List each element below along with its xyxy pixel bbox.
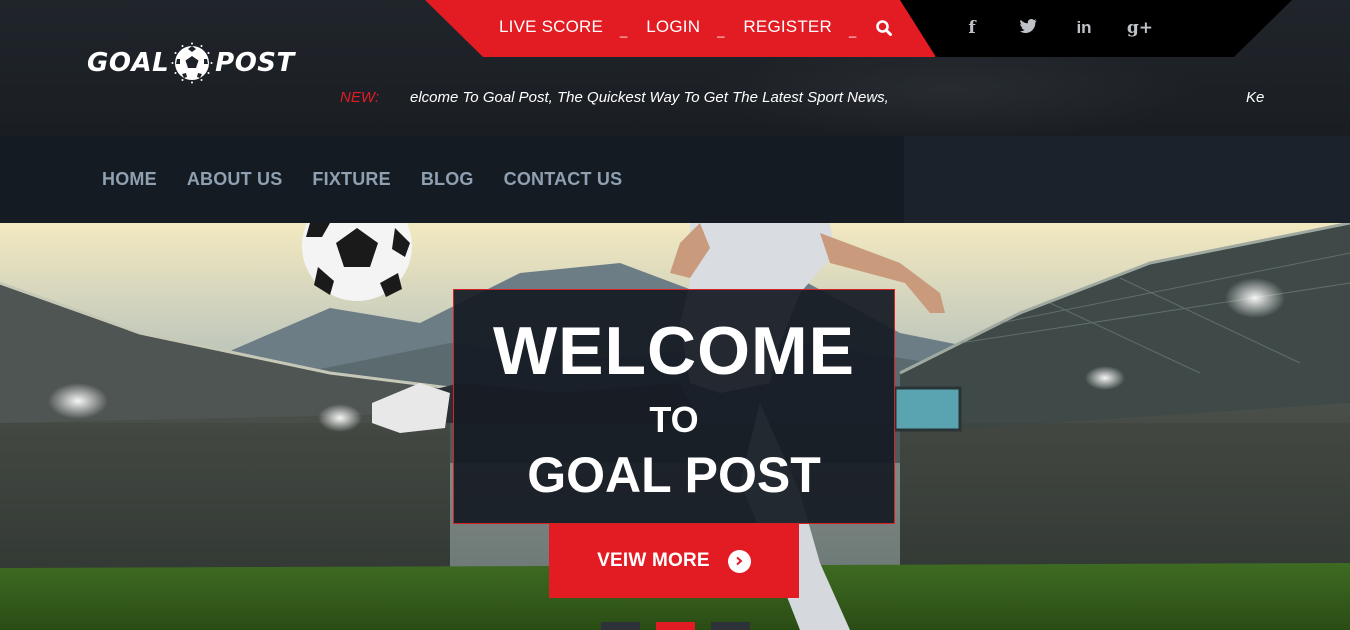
site-header: GOAL POST LIVE SCORE _ LOGIN _ REGISTER … [0, 0, 1350, 136]
logo-text-post: POST [215, 48, 295, 78]
nav-item-contact-us[interactable]: CONTACT US [504, 169, 623, 190]
news-ticker: NEW: elcome To Goal Post, The Quickest W… [340, 86, 1270, 110]
top-link-separator: _ [717, 23, 725, 38]
twitter-bird-icon [1019, 18, 1036, 33]
view-more-button[interactable]: VEIW MORE [549, 524, 799, 598]
welcome-panel: WELCOME TO GOAL POST [453, 289, 895, 524]
view-more-label: VEIW MORE [597, 550, 710, 571]
linkedin-icon[interactable]: in [1067, 18, 1101, 38]
nav-item-blog[interactable]: BLOG [421, 169, 474, 190]
search-icon[interactable] [875, 19, 893, 37]
login-link[interactable]: LOGIN [646, 17, 700, 37]
live-score-link[interactable]: LIVE SCORE [499, 17, 603, 37]
slider-dot-1[interactable] [601, 622, 640, 630]
register-link[interactable]: REGISTER [743, 17, 832, 37]
top-link-separator: _ [848, 23, 857, 38]
slider-dot-3[interactable] [711, 622, 750, 630]
hero-title-line-3: GOAL POST [527, 447, 821, 503]
facebook-icon[interactable]: f [955, 18, 989, 38]
top-link-separator: _ [620, 23, 628, 38]
chevron-right-icon [736, 556, 743, 566]
main-nav: HOME ABOUT US FIXTURE BLOG CONTACT US [0, 136, 904, 223]
nav-item-about-us[interactable]: ABOUT US [187, 169, 283, 190]
social-links: f in g+ [955, 0, 1179, 57]
ticker-label: NEW: [340, 89, 380, 106]
top-links: LIVE SCORE _ LOGIN _ REGISTER _ [499, 0, 893, 57]
twitter-icon[interactable] [1011, 18, 1045, 38]
arrow-right-icon [727, 549, 751, 573]
slider-pagination [601, 622, 766, 630]
soccer-ball-icon [171, 42, 213, 84]
nav-right-panel [904, 136, 1350, 223]
googleplus-icon[interactable]: g+ [1123, 18, 1157, 38]
nav-item-fixture[interactable]: FIXTURE [312, 169, 390, 190]
hero-title-line-2: TO [649, 399, 699, 440]
main-nav-list: HOME ABOUT US FIXTURE BLOG CONTACT US [102, 169, 652, 190]
site-logo[interactable]: GOAL POST [87, 40, 295, 86]
ticker-message-next[interactable]: Ke [1246, 89, 1270, 106]
nav-item-home[interactable]: HOME [102, 169, 157, 190]
slider-dot-2[interactable] [656, 622, 695, 630]
ticker-message[interactable]: elcome To Goal Post, The Quickest Way To… [410, 89, 910, 106]
logo-text-goal: GOAL [87, 48, 170, 78]
hero-title-line-1: WELCOME [492, 313, 856, 389]
